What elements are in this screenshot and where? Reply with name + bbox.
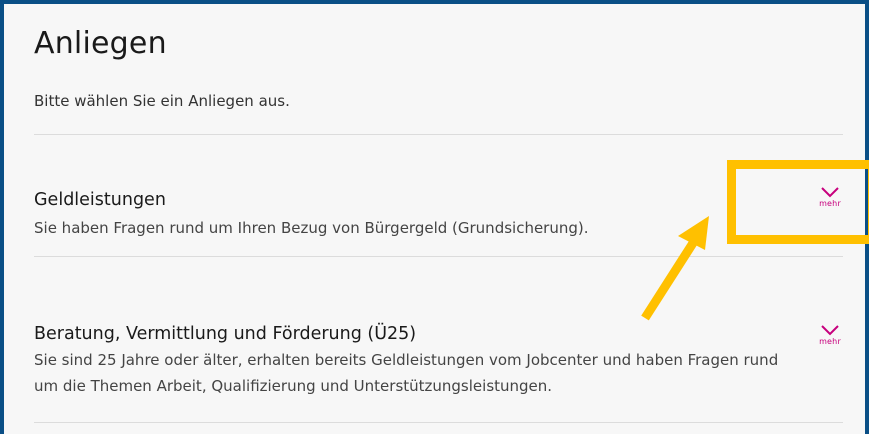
arrow-up-right-icon	[641, 216, 709, 321]
